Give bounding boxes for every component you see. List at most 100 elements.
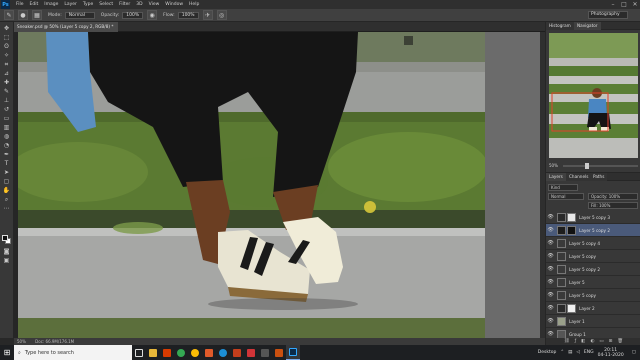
history-brush-tool-icon[interactable]: ↺ [2,106,11,114]
mode-select[interactable]: Normal [64,11,95,19]
more-tools-icon[interactable]: ⋯ [2,205,11,213]
menu-3d[interactable]: 3D [136,2,142,7]
brush-panel-icon[interactable]: ▦ [32,10,42,20]
move-tool-icon[interactable]: ✥ [2,25,11,33]
airbrush-icon[interactable]: ✈ [202,10,213,20]
marquee-tool-icon[interactable]: ⬚ [2,34,11,42]
tab-histogram[interactable]: Histogram [546,22,574,30]
layer-row[interactable]: 👁 Layer 1 [546,315,640,328]
menu-select[interactable]: Select [99,2,113,7]
menu-edit[interactable]: Edit [30,2,39,7]
layer-mask-thumbnail[interactable] [567,225,576,235]
layer-thumbnail[interactable] [557,238,566,248]
menu-image[interactable]: Image [44,2,58,7]
pressure-opacity-icon[interactable]: ◉ [147,10,158,20]
network-icon[interactable]: ▤ [568,350,572,355]
layer-row[interactable]: 👁 Layer 5 copy 4 [546,237,640,250]
layer-thumbnail[interactable] [557,316,566,326]
clone-stamp-tool-icon[interactable]: ⊥ [2,97,11,105]
layer-row[interactable]: 👁 Layer 5 copy [546,289,640,302]
menu-file[interactable]: File [16,2,24,7]
brush-tool-icon[interactable]: ✎ [4,10,14,20]
chrome-profile-icon[interactable] [188,345,202,360]
crop-tool-icon[interactable]: ⌗ [2,61,11,69]
layer-row[interactable]: 👁 Layer 5 copy 3 [546,211,640,224]
brush-preset-icon[interactable]: ● [18,10,28,20]
delete-layer-icon[interactable]: 🗑 [617,339,623,344]
menu-type[interactable]: Type [83,2,93,7]
layer-thumbnail[interactable] [557,264,566,274]
app-icon-orange[interactable] [272,345,286,360]
language-indicator[interactable]: ENG [584,350,594,355]
healing-brush-tool-icon[interactable]: ✚ [2,79,11,87]
tab-layers[interactable]: Layers [546,173,566,181]
layer-blend-mode[interactable]: Normal [548,193,584,200]
taskbar-search[interactable]: ⌕ Type here to search [14,345,132,360]
menu-window[interactable]: Window [165,2,183,7]
hand-tool-icon[interactable]: ✋ [2,187,11,195]
close-window-button[interactable]: ✕ [630,0,640,9]
adjustment-layer-icon[interactable]: ◐ [590,339,594,344]
opacity-field[interactable]: 100% [122,11,144,19]
layer-thumbnail[interactable] [557,212,566,222]
layer-row[interactable]: 👁 Layer 5 copy 2 [546,263,640,276]
layer-style-icon[interactable]: ƒ [575,339,577,344]
notifications-icon[interactable]: ▢ [632,350,636,355]
lasso-tool-icon[interactable]: ʘ [2,43,11,51]
menu-filter[interactable]: Filter [119,2,130,7]
brush-tool-icon-left[interactable]: ✎ [2,88,11,96]
powerpoint-icon[interactable] [230,345,244,360]
add-mask-icon[interactable]: ◧ [581,339,585,344]
zoom-tool-icon[interactable]: ⌕ [2,196,11,204]
foreground-color-swatch[interactable] [2,235,8,241]
new-group-icon[interactable]: ▭ [599,339,603,344]
tab-paths[interactable]: Paths [590,173,608,181]
blur-tool-icon[interactable]: ◍ [2,133,11,141]
layer-thumbnail[interactable] [557,225,566,235]
image-canvas[interactable] [18,32,485,339]
eyedropper-tool-icon[interactable]: ⊿ [2,70,11,78]
layer-fill[interactable]: Fill: 100% [588,202,638,209]
layer-row[interactable]: 👁 Layer 2 [546,302,640,315]
zoom-readout[interactable]: 50% [17,339,26,344]
path-selection-tool-icon[interactable]: ➤ [2,169,11,177]
new-layer-icon[interactable]: ⊞ [609,339,613,344]
windows-start-icon[interactable]: ⊞ [0,345,14,360]
document-tab[interactable]: Sneaker.psd @ 50% (Layer 5 copy 2, RGB/8… [14,22,118,32]
pressure-size-icon[interactable]: ◎ [216,10,227,20]
visibility-eye-icon[interactable]: 👁 [546,305,555,311]
screen-mode-icon[interactable]: ▣ [2,257,11,265]
type-tool-icon[interactable]: T [2,160,11,168]
navigator-thumbnail[interactable] [549,33,638,158]
chrome-icon[interactable] [174,345,188,360]
minimize-button[interactable]: – [608,0,618,9]
layer-thumbnail[interactable] [557,290,566,300]
visibility-eye-icon[interactable]: 👁 [546,279,555,285]
media-player-icon[interactable] [202,345,216,360]
menu-view[interactable]: View [149,2,160,7]
layer-row[interactable]: 👁 Layer 5 copy 2 [546,224,640,237]
app-icon-red[interactable] [244,345,258,360]
quick-mask-icon[interactable]: ◙ [2,248,11,256]
layer-mask-thumbnail[interactable] [567,303,576,313]
dodge-tool-icon[interactable]: ◔ [2,142,11,150]
app-icon-gray[interactable] [258,345,272,360]
visibility-eye-icon[interactable]: 👁 [546,292,555,298]
link-layers-icon[interactable]: ⛓ [564,339,570,344]
volume-icon[interactable]: ◁ [576,350,579,355]
navigator-zoom-value[interactable]: 50% [549,163,558,168]
taskbar-clock[interactable]: 20:11 04-11-2020 [598,348,624,358]
layer-kind-filter[interactable]: Kind [548,184,578,191]
gradient-tool-icon[interactable]: ▥ [2,124,11,132]
tray-overflow-icon[interactable]: ⌃ [560,350,564,355]
layer-mask-thumbnail[interactable] [567,212,576,222]
layer-thumbnail[interactable] [557,277,566,287]
menu-layer[interactable]: Layer [64,2,77,7]
file-explorer-icon[interactable] [146,345,160,360]
eraser-tool-icon[interactable]: ▭ [2,115,11,123]
maximize-button[interactable]: □ [619,0,629,9]
workspace-select[interactable]: Photography [588,11,628,19]
visibility-eye-icon[interactable]: 👁 [546,227,555,233]
pen-tool-icon[interactable]: ✒ [2,151,11,159]
flow-field[interactable]: 100% [177,11,199,19]
